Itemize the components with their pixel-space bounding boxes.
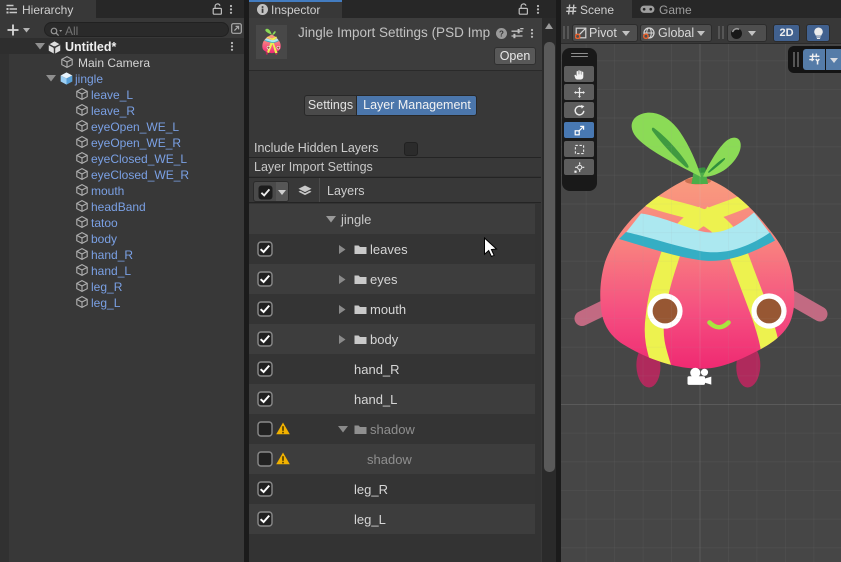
svg-text:?: ?	[499, 29, 504, 38]
